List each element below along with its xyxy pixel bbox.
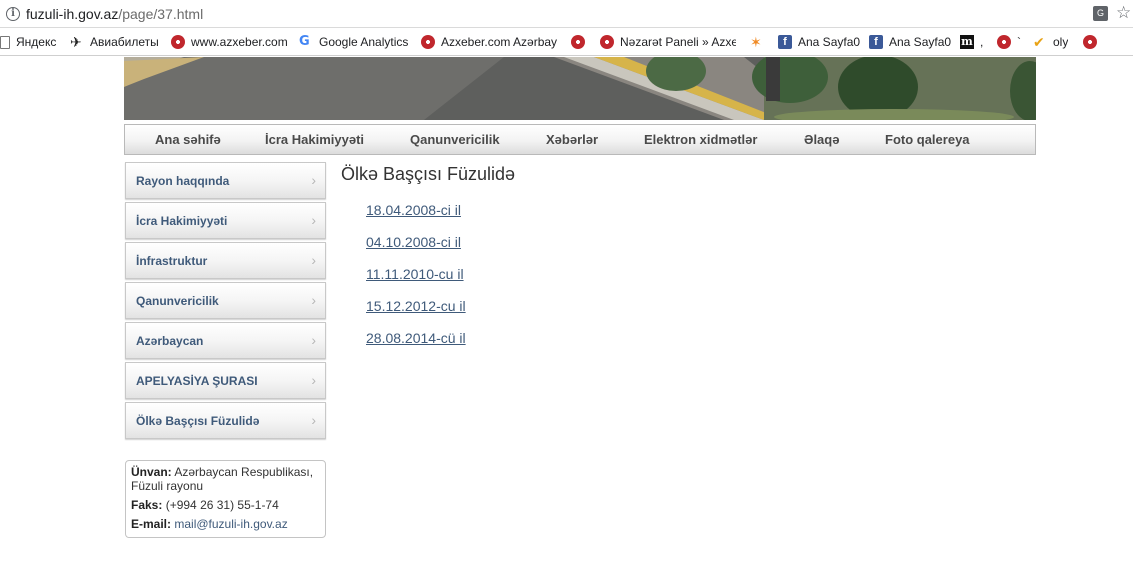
chevron-right-icon: › — [311, 332, 316, 348]
visit-link-2008-04-18[interactable]: 18.04.2008-ci il — [366, 202, 461, 218]
bookmark-label: Azxeber.com Azərbay — [441, 35, 557, 49]
nav-item-legislation[interactable]: Qanunvericilik — [410, 132, 500, 147]
sidebar-item-about[interactable]: Rayon haqqında › — [125, 162, 326, 199]
bookmark-label: Ana Sayfa0 — [798, 35, 861, 49]
chevron-right-icon: › — [311, 412, 316, 428]
nav-item-home[interactable]: Ana səhifə — [155, 132, 221, 147]
check-icon: ✔ — [1033, 34, 1045, 50]
bookmark-azxeber-4[interactable] — [1083, 34, 1103, 50]
bookmark-label: www.azxeber.com — [191, 35, 288, 49]
azxeber-icon — [171, 35, 185, 49]
contact-address: Ünvan: Azərbaycan Respublikası, Füzuli r… — [131, 465, 320, 493]
visit-link-2010-11-11[interactable]: 11.11.2010-cu il — [366, 266, 464, 282]
facebook-icon: f — [869, 35, 883, 49]
bookmark-label: Nəzarət Paneli » Azxe — [620, 35, 736, 49]
orange-icon: ✶ — [750, 34, 762, 50]
bookmark-azxeber-az[interactable]: Azxeber.com Azərbay — [421, 34, 557, 50]
azxeber-icon — [421, 35, 435, 49]
nav-item-contact[interactable]: Əlaqə — [804, 132, 839, 147]
google-icon: G — [299, 34, 310, 49]
bookmark-nezaret-paneli[interactable]: Nəzarət Paneli » Azxe — [600, 34, 736, 50]
nav-item-executive[interactable]: İcra Hakimiyyəti — [265, 132, 364, 147]
bookmark-label: oly — [1053, 35, 1069, 49]
bookmark-label: , — [980, 35, 984, 49]
bookmark-azxeber-2[interactable] — [571, 34, 591, 50]
fax-value: (+994 26 31) 55-1-74 — [165, 498, 279, 512]
sidebar-item-appeal-council[interactable]: APELYASİYA ŞURASI › — [125, 362, 326, 399]
chevron-right-icon: › — [311, 372, 316, 388]
contact-email: E-mail: mail@fuzuli-ih.gov.az — [131, 517, 320, 531]
sidebar-item-azerbaijan[interactable]: Azərbaycan › — [125, 322, 326, 359]
chevron-right-icon: › — [311, 292, 316, 308]
page-title: Ölkə Başçısı Füzulidə — [341, 164, 516, 184]
bookmark-m[interactable]: m, — [960, 34, 983, 50]
bookmark-label: Ana Sayfa0 — [889, 35, 952, 49]
bookmark-yandex[interactable]: Яндекс — [0, 34, 56, 50]
bookmark-label: ` — [1017, 35, 1021, 49]
sidebar-item-label: APELYASİYA ŞURASI — [136, 374, 258, 388]
url-text[interactable]: fuzuli-ih.gov.az/page/37.html — [26, 6, 203, 22]
header-banner-image — [124, 57, 1036, 120]
info-icon[interactable]: i — [6, 7, 20, 21]
facebook-icon: f — [778, 35, 792, 49]
azxeber-icon — [571, 35, 585, 49]
bookmark-ana-sayfa-1[interactable]: f Ana Sayfa0 — [778, 34, 860, 50]
m-icon: m — [960, 35, 974, 49]
translate-icon[interactable]: G — [1093, 6, 1108, 21]
azxeber-icon — [997, 35, 1011, 49]
visit-link-2008-10-04[interactable]: 04.10.2008-ci il — [366, 234, 461, 250]
email-label: E-mail: — [131, 517, 172, 531]
bookmark-aviabilety[interactable]: ✈ Авиабилеты — [70, 34, 159, 50]
bookmark-azxeber[interactable]: www.azxeber.com — [171, 34, 288, 50]
bookmark-ana-sayfa-2[interactable]: f Ana Sayfa0 — [869, 34, 951, 50]
address-label: Ünvan: — [131, 465, 172, 479]
bookmark-azxeber-3[interactable]: ` — [997, 34, 1021, 50]
email-link[interactable]: mail@fuzuli-ih.gov.az — [174, 517, 287, 531]
sidebar-item-head-of-state[interactable]: Ölkə Başçısı Füzulidə › — [125, 402, 326, 439]
star-icon[interactable]: ☆ — [1116, 3, 1131, 23]
visit-link-2012-12-15[interactable]: 15.12.2012-cu il — [366, 298, 466, 314]
main-nav: Ana səhifə İcra Hakimiyyəti Qanunvericil… — [124, 124, 1036, 155]
road-photo — [124, 57, 1036, 120]
nav-item-e-services[interactable]: Elektron xidmətlər — [644, 132, 757, 147]
bookmark-oly[interactable]: ✔ oly — [1033, 34, 1068, 50]
azxeber-icon — [1083, 35, 1097, 49]
nav-item-news[interactable]: Xəbərlər — [546, 132, 598, 147]
visit-link-2014-08-28[interactable]: 28.08.2014-cü il — [366, 330, 466, 346]
sidebar-item-legislation[interactable]: Qanunvericilik › — [125, 282, 326, 319]
sidebar-item-label: Azərbaycan — [136, 334, 204, 348]
bookmark-label: Авиабилеты — [90, 35, 159, 49]
bookmark-label: Google Analytics — [319, 35, 409, 49]
azxeber-icon — [600, 35, 614, 49]
contact-fax: Faks: (+994 26 31) 55-1-74 — [131, 498, 320, 512]
chevron-right-icon: › — [311, 252, 316, 268]
sidebar-item-infrastructure[interactable]: İnfrastruktur › — [125, 242, 326, 279]
sidebar-item-label: Ölkə Başçısı Füzulidə — [136, 414, 260, 428]
bookmark-orange[interactable]: ✶ — [750, 34, 770, 50]
fax-label: Faks: — [131, 498, 163, 512]
nav-item-photo-gallery[interactable]: Foto qalereya — [885, 132, 970, 147]
contact-box: Ünvan: Azərbaycan Respublikası, Füzuli r… — [125, 460, 326, 538]
sidebar-item-label: İnfrastruktur — [136, 254, 208, 268]
bookmark-label: Яндекс — [16, 35, 57, 49]
bookmarks-bar: Яндекс ✈ Авиабилеты www.azxeber.com G Goog… — [0, 28, 1133, 56]
chevron-right-icon: › — [311, 172, 316, 188]
page-icon — [0, 35, 10, 49]
sidebar-item-label: Rayon haqqında — [136, 174, 230, 188]
sidebar-item-label: Qanunvericilik — [136, 294, 219, 308]
plane-icon: ✈ — [70, 34, 82, 50]
address-bar[interactable]: i fuzuli-ih.gov.az/page/37.html G ☆ — [0, 0, 1133, 28]
sidebar-item-executive[interactable]: İcra Hakimiyyəti › — [125, 202, 326, 239]
bookmark-google-analytics[interactable]: G Google Analytics — [299, 34, 408, 50]
sidebar-item-label: İcra Hakimiyyəti — [136, 214, 228, 228]
chevron-right-icon: › — [311, 212, 316, 228]
